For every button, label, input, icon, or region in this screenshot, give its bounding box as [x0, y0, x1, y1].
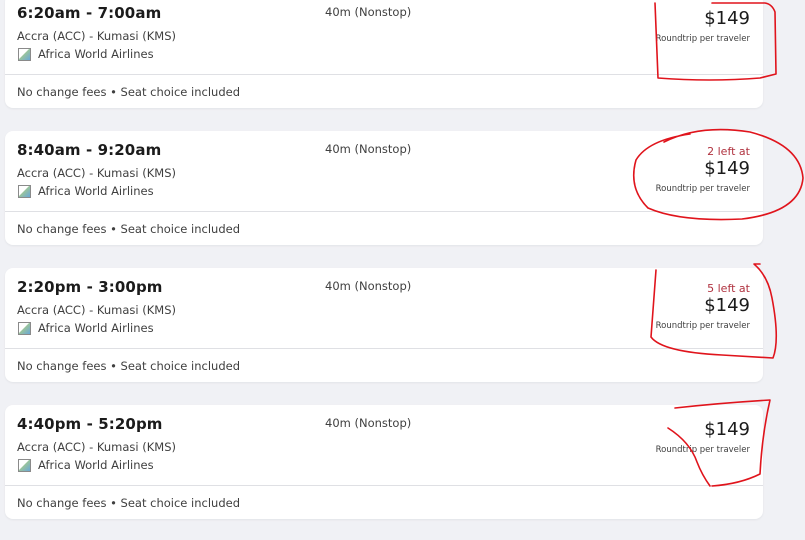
flight-result-card[interactable]: 4:40pm - 5:20pm Accra (ACC) - Kumasi (KM… — [5, 405, 763, 519]
flight-times: 2:20pm - 3:00pm — [17, 278, 163, 296]
flight-route: Accra (ACC) - Kumasi (KMS) — [17, 29, 176, 43]
airline-logo-icon — [18, 458, 31, 472]
fare-features: No change fees • Seat choice included — [17, 85, 241, 99]
flight-price: $149 — [704, 8, 750, 29]
seats-left-label: 5 left at — [707, 282, 750, 295]
airline-name: Africa World Airlines — [38, 321, 154, 335]
flight-duration: 40m (Nonstop) — [325, 279, 412, 293]
airline-logo-icon — [18, 321, 31, 335]
fare-features: No change fees • Seat choice included — [17, 496, 241, 510]
airline-row: Africa World Airlines — [17, 47, 154, 61]
price-block[interactable]: $149 Roundtrip per traveler — [656, 405, 750, 456]
airline-name: Africa World Airlines — [38, 458, 154, 472]
flight-times: 8:40am - 9:20am — [17, 141, 162, 159]
flight-route: Accra (ACC) - Kumasi (KMS) — [17, 303, 176, 317]
airline-row: Africa World Airlines — [17, 184, 154, 198]
flight-times: 4:40pm - 5:20pm — [17, 415, 163, 433]
flight-result-card[interactable]: 6:20am - 7:00am Accra (ACC) - Kumasi (KM… — [5, 0, 763, 108]
flight-result-card[interactable]: 2:20pm - 3:00pm Accra (ACC) - Kumasi (KM… — [5, 268, 763, 382]
price-note: Roundtrip per traveler — [655, 184, 750, 194]
airline-row: Africa World Airlines — [17, 458, 154, 472]
flight-price: $149 — [704, 419, 750, 440]
flight-price: $149 — [704, 295, 750, 316]
price-note: Roundtrip per traveler — [655, 445, 750, 455]
airline-name: Africa World Airlines — [38, 184, 154, 198]
flight-route: Accra (ACC) - Kumasi (KMS) — [17, 166, 176, 180]
flight-price: $149 — [704, 158, 750, 179]
flight-route: Accra (ACC) - Kumasi (KMS) — [17, 440, 176, 454]
fare-features: No change fees • Seat choice included — [17, 359, 241, 373]
price-note: Roundtrip per traveler — [655, 34, 750, 44]
flight-result-card[interactable]: 8:40am - 9:20am Accra (ACC) - Kumasi (KM… — [5, 131, 763, 245]
airline-name: Africa World Airlines — [38, 47, 154, 61]
fare-features: No change fees • Seat choice included — [17, 222, 241, 236]
flight-duration: 40m (Nonstop) — [325, 142, 412, 156]
price-block[interactable]: $149 Roundtrip per traveler — [656, 0, 750, 45]
price-block[interactable]: 2 left at $149 Roundtrip per traveler — [656, 131, 750, 195]
flight-times: 6:20am - 7:00am — [17, 4, 162, 22]
price-note: Roundtrip per traveler — [655, 321, 750, 331]
price-block[interactable]: 5 left at $149 Roundtrip per traveler — [656, 268, 750, 332]
airline-logo-icon — [18, 184, 31, 198]
airline-logo-icon — [18, 47, 31, 61]
seats-left-label: 2 left at — [707, 145, 750, 158]
flight-duration: 40m (Nonstop) — [325, 5, 412, 19]
flight-duration: 40m (Nonstop) — [325, 416, 412, 430]
airline-row: Africa World Airlines — [17, 321, 154, 335]
